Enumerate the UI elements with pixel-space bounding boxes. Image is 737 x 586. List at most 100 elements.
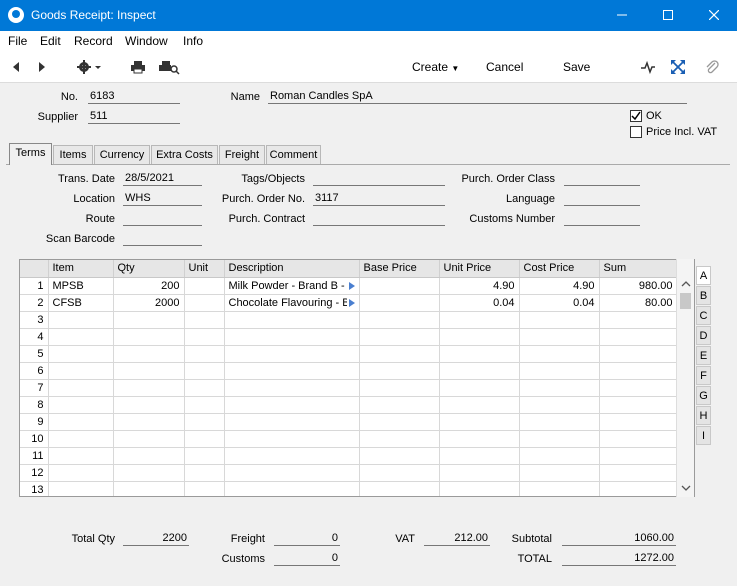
cell-item[interactable] — [48, 345, 114, 363]
activity-icon[interactable] — [640, 59, 656, 75]
cell-sum[interactable]: 980.00 — [599, 277, 678, 295]
cell-unit[interactable] — [184, 447, 225, 465]
cell-unit-price[interactable] — [439, 345, 520, 363]
cell-description[interactable] — [224, 362, 360, 380]
tab-extra-costs[interactable]: Extra Costs — [151, 145, 218, 164]
side-tab-c[interactable]: C — [696, 306, 711, 325]
cell-cost-price[interactable] — [519, 396, 600, 414]
table-row[interactable]: 13 — [20, 481, 678, 496]
cell-qty[interactable] — [113, 379, 185, 397]
save-button[interactable]: Save — [563, 60, 590, 74]
cell-unit-price[interactable] — [439, 430, 520, 448]
cell-unit[interactable] — [184, 481, 225, 496]
cell-description[interactable]: Chocolate Flavouring - Br — [224, 294, 360, 312]
cell-item[interactable] — [48, 396, 114, 414]
side-tab-b[interactable]: B — [696, 286, 711, 305]
cell-unit-price[interactable] — [439, 328, 520, 346]
purch-order-no-field[interactable]: 3117 — [313, 192, 445, 206]
cell-unit[interactable] — [184, 328, 225, 346]
cell-qty[interactable] — [113, 464, 185, 482]
cell-base-price[interactable] — [359, 311, 440, 329]
cell-base-price[interactable] — [359, 345, 440, 363]
cell-item[interactable] — [48, 413, 114, 431]
cell-qty[interactable] — [113, 396, 185, 414]
print-icon[interactable] — [130, 59, 146, 75]
close-button[interactable] — [691, 0, 737, 31]
column-header-item[interactable]: Item — [48, 260, 114, 278]
cell-qty[interactable] — [113, 430, 185, 448]
cell-unit[interactable] — [184, 396, 225, 414]
cell-qty[interactable] — [113, 328, 185, 346]
table-row[interactable]: 2 CFSB 2000 Chocolate Flavouring - Br 0.04 0.… — [20, 294, 678, 312]
cell-description[interactable] — [224, 311, 360, 329]
table-row[interactable]: 9 — [20, 413, 678, 431]
tab-comment[interactable]: Comment — [266, 145, 321, 164]
cell-base-price[interactable] — [359, 328, 440, 346]
minimize-button[interactable] — [599, 0, 645, 31]
cell-unit-price[interactable] — [439, 413, 520, 431]
expand-icon[interactable] — [670, 59, 686, 75]
cell-cost-price[interactable] — [519, 413, 600, 431]
cell-description[interactable] — [224, 481, 360, 496]
cell-unit[interactable] — [184, 379, 225, 397]
cell-sum[interactable] — [599, 464, 678, 482]
table-row[interactable]: 7 — [20, 379, 678, 397]
cell-description[interactable] — [224, 345, 360, 363]
next-record-icon[interactable] — [34, 59, 50, 75]
cell-unit[interactable] — [184, 311, 225, 329]
purch-contract-field[interactable] — [313, 212, 445, 226]
grid-scrollbar[interactable] — [676, 259, 694, 497]
column-header-qty[interactable]: Qty — [113, 260, 185, 278]
cell-unit-price[interactable] — [439, 447, 520, 465]
table-row[interactable]: 3 — [20, 311, 678, 329]
cell-description[interactable] — [224, 328, 360, 346]
cell-item[interactable]: MPSB — [48, 277, 114, 295]
cell-unit[interactable] — [184, 413, 225, 431]
ok-checkbox[interactable] — [630, 110, 642, 122]
cell-qty[interactable]: 2000 — [113, 294, 185, 312]
cell-qty[interactable] — [113, 447, 185, 465]
trans-date-field[interactable]: 28/5/2021 — [123, 172, 202, 186]
tags-objects-field[interactable] — [313, 172, 445, 186]
side-tab-d[interactable]: D — [696, 326, 711, 345]
cell-cost-price[interactable]: 0.04 — [519, 294, 600, 312]
column-header-cost-price[interactable]: Cost Price — [519, 260, 600, 278]
tab-currency[interactable]: Currency — [94, 145, 150, 164]
scan-barcode-field[interactable] — [123, 232, 202, 246]
cell-description[interactable] — [224, 379, 360, 397]
cell-unit-price[interactable] — [439, 396, 520, 414]
previous-record-icon[interactable] — [8, 59, 24, 75]
cell-unit-price[interactable] — [439, 379, 520, 397]
cell-base-price[interactable] — [359, 447, 440, 465]
cell-item[interactable] — [48, 362, 114, 380]
print-preview-icon[interactable] — [158, 59, 180, 75]
cell-sum[interactable] — [599, 447, 678, 465]
cell-unit-price[interactable]: 4.90 — [439, 277, 520, 295]
column-header-unit[interactable]: Unit — [184, 260, 225, 278]
cell-qty[interactable]: 200 — [113, 277, 185, 295]
cell-base-price[interactable] — [359, 294, 440, 312]
cell-unit[interactable] — [184, 345, 225, 363]
cell-cost-price[interactable] — [519, 362, 600, 380]
cell-unit[interactable] — [184, 277, 225, 295]
table-row[interactable]: 11 — [20, 447, 678, 465]
tab-freight[interactable]: Freight — [219, 145, 265, 164]
side-tab-a[interactable]: A — [696, 266, 711, 285]
name-field[interactable]: Roman Candles SpA — [268, 90, 687, 104]
table-row[interactable]: 8 — [20, 396, 678, 414]
price-incl-vat-checkbox[interactable] — [630, 126, 642, 138]
cell-cost-price[interactable] — [519, 464, 600, 482]
purch-order-class-field[interactable] — [564, 172, 640, 186]
cell-unit[interactable] — [184, 294, 225, 312]
cell-base-price[interactable] — [359, 396, 440, 414]
cell-sum[interactable] — [599, 396, 678, 414]
cell-cost-price[interactable] — [519, 481, 600, 496]
customs-number-field[interactable] — [564, 212, 640, 226]
cell-cost-price[interactable] — [519, 328, 600, 346]
cell-unit-price[interactable] — [439, 311, 520, 329]
table-row[interactable]: 1MPSB200 Milk Powder - Brand B - 10 4.904.… — [20, 277, 678, 295]
cell-cost-price[interactable] — [519, 447, 600, 465]
cell-description[interactable] — [224, 430, 360, 448]
column-header-description[interactable]: Description — [224, 260, 360, 278]
menu-file[interactable]: File — [8, 34, 27, 48]
